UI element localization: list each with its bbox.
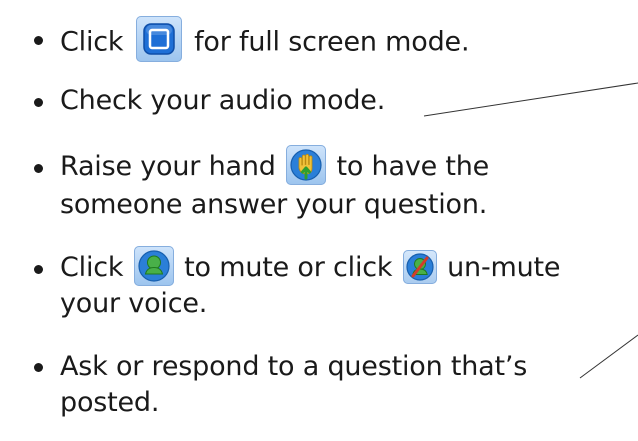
item-line: Click for full screen mode. xyxy=(60,16,470,62)
item-line-2: someone answer your question. xyxy=(60,189,488,220)
bullet xyxy=(34,363,43,372)
bullet xyxy=(34,98,43,107)
raise-hand-icon[interactable] xyxy=(286,144,327,185)
item-text-post: un-mute xyxy=(447,252,561,283)
item-line-2: your voice. xyxy=(60,288,208,319)
full-screen-icon[interactable] xyxy=(135,16,182,62)
item-text-pre: Click xyxy=(60,252,124,283)
bullet xyxy=(34,265,43,274)
item-text-post: to have the xyxy=(336,151,490,182)
item-line: Raise your hand to have the xyxy=(60,144,490,185)
bullet xyxy=(34,164,43,173)
item-line-2: posted. xyxy=(60,387,160,418)
instruction-list: Click for full screen mode. Check your a… xyxy=(0,0,638,441)
item-text-pre: Click xyxy=(60,26,124,58)
item-line: Check your audio mode. xyxy=(60,85,386,116)
bullet xyxy=(34,36,43,45)
microphone-icon[interactable] xyxy=(133,245,174,286)
item-text-mid: to mute or click xyxy=(184,252,393,283)
item-text-post: for full screen mode. xyxy=(194,26,470,58)
item-line: Click to mute or click un-mute xyxy=(60,245,561,286)
item-text-pre: Raise your hand xyxy=(60,151,276,182)
item-line: Ask or respond to a question that’s xyxy=(60,351,528,382)
muted-microphone-icon[interactable] xyxy=(402,249,437,284)
